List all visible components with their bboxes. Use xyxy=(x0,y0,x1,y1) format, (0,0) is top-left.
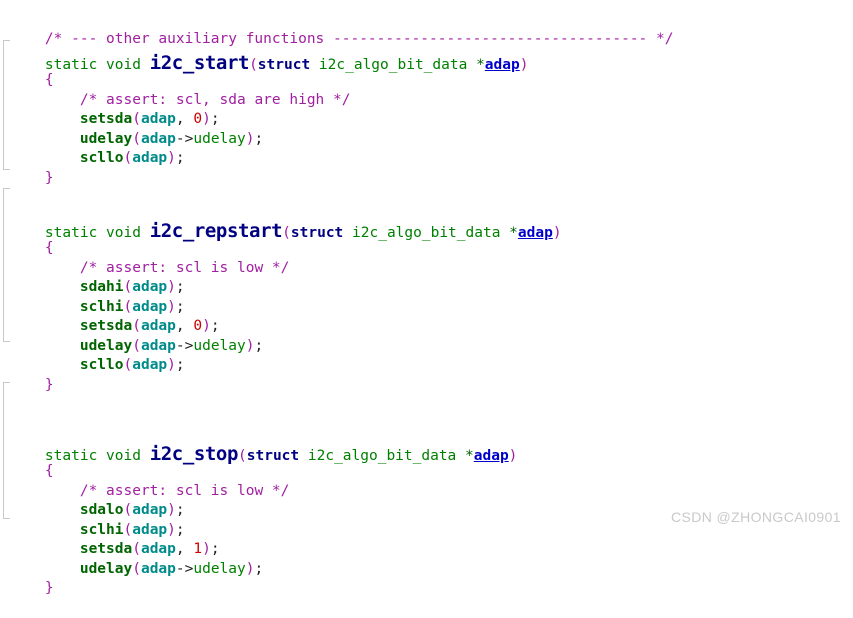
code-line[interactable]: sclhi(adap); xyxy=(0,278,853,315)
code-line[interactable]: { xyxy=(0,52,853,88)
code-line[interactable]: /* --- other auxiliary functions -------… xyxy=(0,10,853,47)
code-line[interactable]: udelay(adap->udelay); xyxy=(0,540,853,577)
code-line[interactable]: setsda(adap, 0); xyxy=(0,298,853,334)
code-line[interactable]: static void i2c_stop(struct i2c_algo_bit… xyxy=(0,421,853,465)
code-line[interactable]: scllo(adap); xyxy=(0,130,853,166)
brace-close: } xyxy=(44,580,54,596)
code-line[interactable]: static void i2c_start(struct i2c_algo_bi… xyxy=(0,30,853,74)
code-line[interactable]: sdahi(adap); xyxy=(0,259,853,295)
code-line[interactable]: { xyxy=(0,220,853,256)
code-line[interactable]: setsda(adap, 0); xyxy=(0,91,853,127)
code-line[interactable]: } xyxy=(0,356,853,393)
code-line[interactable]: sdalo(adap); xyxy=(0,482,853,518)
code-editor-view[interactable]: /* --- other auxiliary functions -------… xyxy=(0,10,853,596)
code-line[interactable]: { xyxy=(0,443,853,479)
code-line[interactable]: static void i2c_repstart(struct i2c_algo… xyxy=(0,198,853,242)
code-line[interactable]: udelay(adap->udelay); xyxy=(0,317,853,354)
code-line[interactable]: /* assert: scl is low */ xyxy=(0,239,853,276)
code-line[interactable]: scllo(adap); xyxy=(0,337,853,373)
code-line[interactable]: } xyxy=(0,560,853,596)
code-line-blank[interactable] xyxy=(0,399,853,421)
code-line[interactable]: /* assert: scl is low */ xyxy=(0,462,853,499)
code-line-blank[interactable] xyxy=(0,169,853,198)
code-line[interactable]: /* assert: scl, sda are high */ xyxy=(0,71,853,108)
code-line[interactable]: udelay(adap->udelay); xyxy=(0,110,853,147)
code-line-blank[interactable] xyxy=(0,376,853,399)
code-line[interactable]: } xyxy=(0,149,853,186)
